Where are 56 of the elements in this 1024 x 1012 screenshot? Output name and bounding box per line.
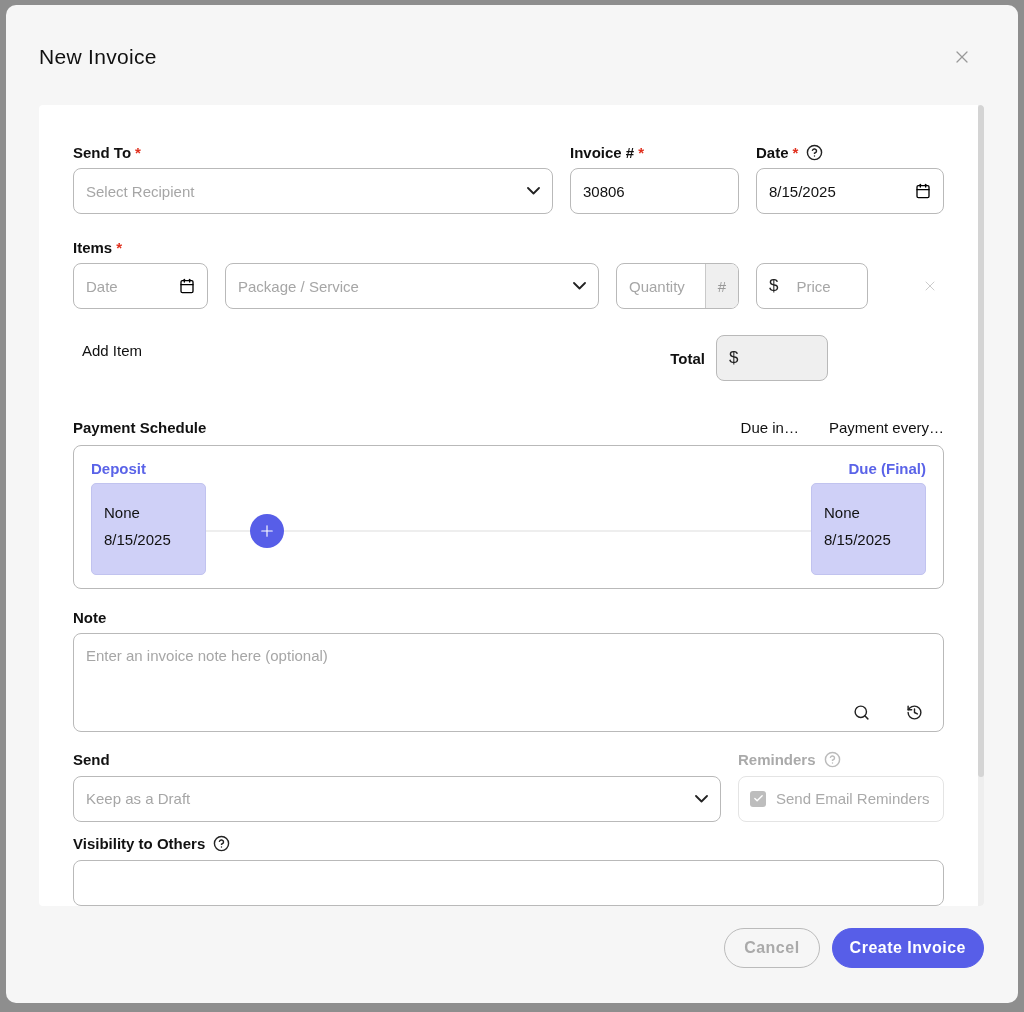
field-placeholder: Date — [86, 277, 119, 295]
schedule-option[interactable]: Due in… — [740, 419, 799, 436]
scrollbar[interactable] — [978, 105, 984, 906]
field-label: Visibility to Others — [73, 835, 206, 853]
required-mark: * — [135, 143, 141, 161]
help-icon[interactable] — [806, 143, 824, 161]
field-label: Items — [73, 238, 113, 256]
add-item-button[interactable]: Add Item — [82, 341, 143, 359]
field-label: Invoice # — [570, 143, 635, 161]
total-label: Total — [670, 349, 705, 367]
section-label: Payment Schedule — [73, 419, 207, 436]
currency-prefix: $ — [729, 348, 739, 368]
plus-icon — [258, 522, 276, 540]
chevron-icon — [527, 187, 540, 195]
visibility-field[interactable] — [73, 859, 944, 906]
field-value: 8/15/2025 — [769, 182, 837, 200]
chevron-icon — [573, 282, 586, 290]
help-icon[interactable] — [213, 835, 231, 853]
milestone-label: Deposit — [91, 460, 146, 477]
required-mark: * — [792, 143, 799, 161]
create-invoice-button[interactable]: Create Invoice — [831, 928, 984, 968]
history-icon[interactable] — [906, 703, 923, 721]
price-field[interactable]: $ Price — [756, 263, 868, 309]
required-mark: * — [638, 143, 645, 161]
field-value: 30806 — [583, 182, 626, 200]
calendar-icon — [915, 183, 931, 199]
invoice-date-picker[interactable]: 8/15/2025 — [756, 168, 944, 214]
field-label: Send — [73, 751, 110, 769]
milestone-card[interactable]: None 8/15/2025 — [91, 483, 206, 575]
field-placeholder: Keep as a Draft — [86, 790, 192, 808]
quantity-addon: # — [704, 264, 738, 308]
chevron-icon — [695, 794, 708, 803]
milestone-amount: None — [824, 504, 861, 521]
currency-prefix: $ — [769, 276, 779, 296]
field-placeholder: Price — [796, 277, 832, 295]
search-icon[interactable] — [853, 703, 870, 721]
field-label: Reminders — [738, 751, 816, 769]
required-mark: * — [116, 238, 123, 256]
field-label: Send To — [73, 143, 132, 161]
field-placeholder: Package / Service — [238, 277, 360, 295]
field-label: Date — [756, 143, 789, 161]
checkbox-label: Send Email Reminders — [776, 790, 930, 808]
milestone-amount: None — [104, 504, 141, 521]
milestone-card[interactable]: None 8/15/2025 — [811, 483, 926, 575]
calendar-icon — [179, 278, 195, 294]
add-milestone-button[interactable] — [250, 514, 284, 548]
field-placeholder: Select Recipient — [86, 182, 196, 200]
note-placeholder: Enter an invoice note here (optional) — [86, 647, 329, 665]
field-placeholder: Quantity — [629, 277, 686, 295]
milestone-label: Due (Final) — [848, 460, 926, 477]
dialog-title: New Invoice — [39, 45, 157, 69]
milestone-date: 8/15/2025 — [824, 531, 892, 548]
schedule-option[interactable]: Payment every… — [828, 419, 944, 436]
milestone-date: 8/15/2025 — [104, 531, 172, 548]
invoice-number-field[interactable]: 30806 — [570, 168, 739, 214]
field-label: Note — [73, 608, 107, 626]
